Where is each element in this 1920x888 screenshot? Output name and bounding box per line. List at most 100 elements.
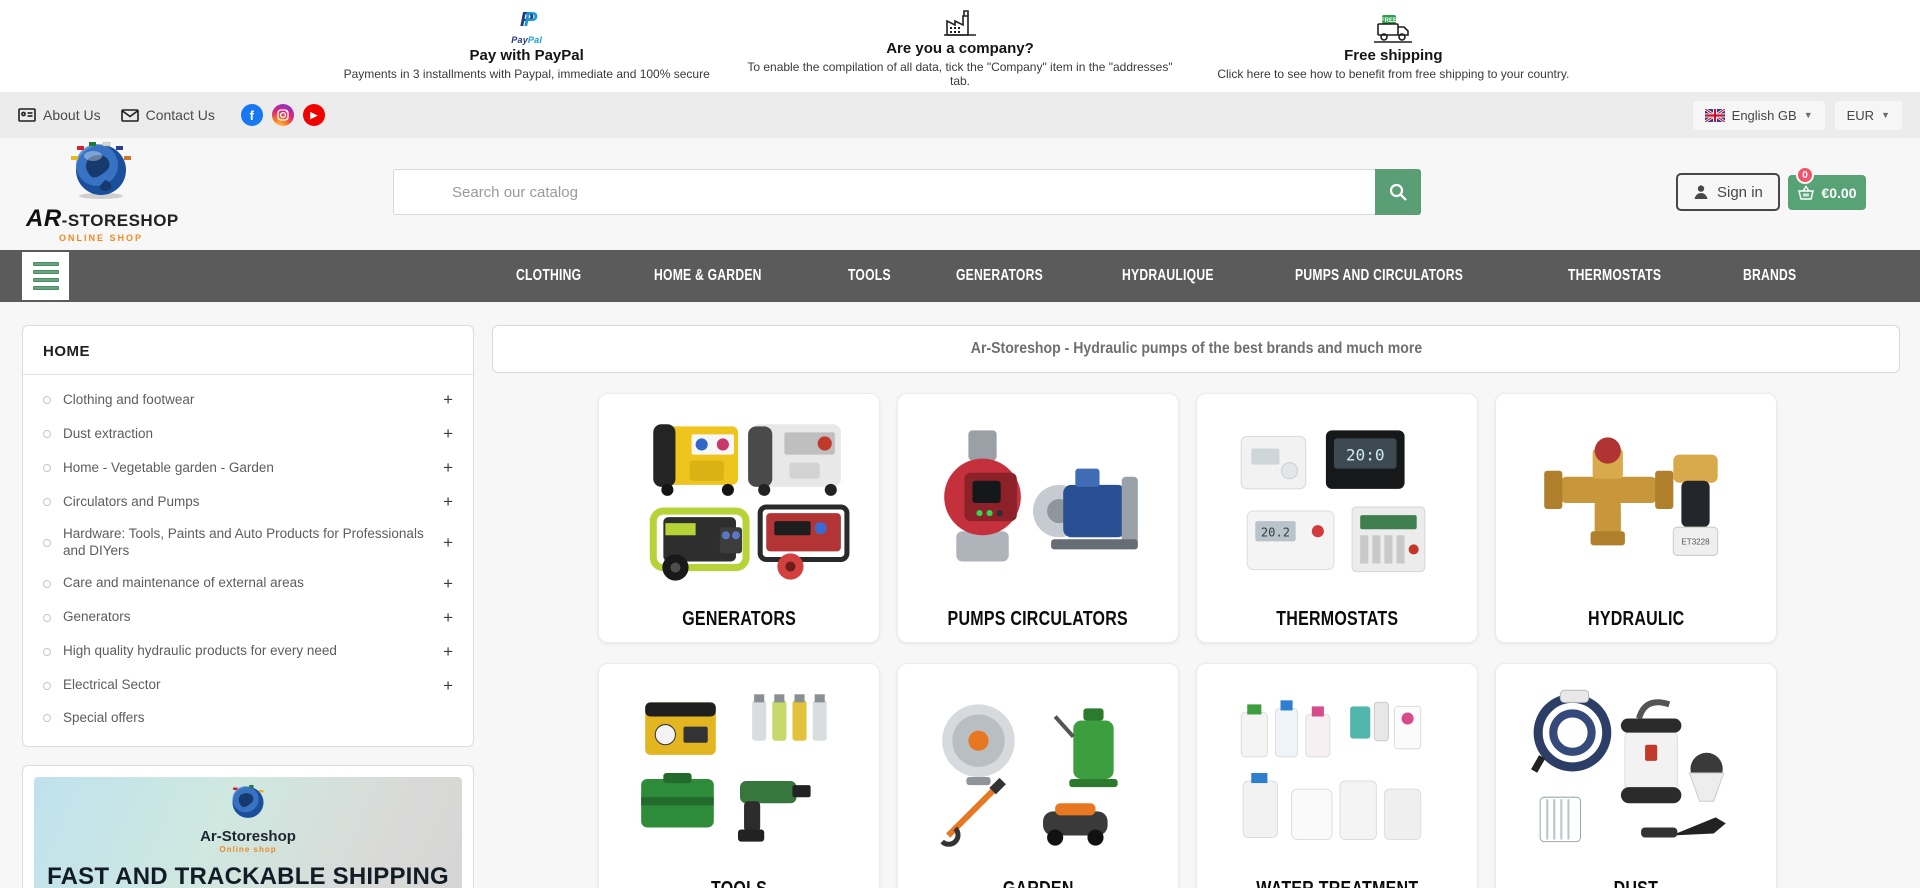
- category-card-garden[interactable]: GARDEN: [897, 663, 1179, 888]
- company-info-block[interactable]: Are you a company? To enable the compila…: [743, 0, 1176, 92]
- thermostats-category-image: 20:0 20.2: [1197, 394, 1477, 608]
- expand-plus-icon[interactable]: +: [443, 533, 453, 553]
- category-label: GARDEN: [1003, 878, 1074, 888]
- category-card-hydraulic[interactable]: ET3228 HYDRAULIC: [1495, 393, 1777, 643]
- expand-plus-icon[interactable]: +: [443, 574, 453, 594]
- instagram-icon[interactable]: [271, 104, 294, 126]
- page-title: Ar-Storeshop - Hydraulic pumps of the be…: [970, 340, 1422, 357]
- shipping-promo-banner[interactable]: Ar-Storeshop Online shop FAST AND TRACKA…: [22, 765, 474, 888]
- logo-subtitle: ONLINE SHOP: [58, 233, 143, 243]
- bullet-icon: [43, 538, 51, 547]
- nav-item-tools[interactable]: TOOLS: [848, 267, 891, 285]
- store-logo[interactable]: AR-STORESHOP ONLINE SHOP: [26, 141, 178, 243]
- search-icon: [1389, 183, 1407, 201]
- water-treatment-category-image: [1197, 664, 1477, 878]
- category-card-tools[interactable]: TOOLS: [598, 663, 880, 888]
- about-us-link[interactable]: About Us: [18, 107, 101, 123]
- expand-plus-icon[interactable]: +: [443, 492, 453, 512]
- contact-us-label: Contact Us: [145, 107, 215, 123]
- chevron-down-icon: ▼: [1881, 110, 1890, 120]
- currency-selector[interactable]: EUR ▼: [1834, 100, 1902, 130]
- sidebar-item-special-offers[interactable]: Special offers: [23, 703, 473, 734]
- cart-button[interactable]: 0 €0.00: [1788, 166, 1866, 210]
- factory-icon: [943, 4, 977, 38]
- category-label: PUMPS CIRCULATORS: [947, 608, 1129, 630]
- svg-text:P: P: [524, 9, 538, 30]
- top-info-bar: P P PayPal Pay with PayPal Payments in 3…: [0, 0, 1920, 92]
- globe-logo-icon: [232, 785, 264, 818]
- sidebar-item-hydraulic-products[interactable]: High quality hydraulic products for ever…: [23, 635, 473, 669]
- svg-text:FREE: FREE: [1381, 18, 1397, 24]
- svg-text:ET3228: ET3228: [1681, 537, 1710, 546]
- nav-item-pumps-circulators[interactable]: PUMPS AND CIRCULATORS: [1295, 267, 1463, 285]
- bullet-icon: [43, 681, 51, 690]
- paypal-info-block[interactable]: P P PayPal Pay with PayPal Payments in 3…: [310, 0, 743, 92]
- svg-text:20.2: 20.2: [1261, 525, 1290, 539]
- sidebar-item-generators[interactable]: Generators +: [23, 601, 473, 635]
- nav-item-clothing[interactable]: CLOTHING: [516, 267, 581, 285]
- free-shipping-info-block[interactable]: FREE Free shipping Click here to see how…: [1177, 0, 1610, 92]
- contact-us-link[interactable]: Contact Us: [120, 107, 215, 123]
- cart-count-badge: 0: [1796, 166, 1814, 184]
- nav-item-brands[interactable]: BRANDS: [1743, 267, 1796, 285]
- expand-plus-icon[interactable]: +: [443, 390, 453, 410]
- expand-plus-icon[interactable]: +: [443, 424, 453, 444]
- person-icon: [1694, 185, 1708, 199]
- search-button[interactable]: [1375, 169, 1421, 215]
- expand-plus-icon[interactable]: +: [443, 642, 453, 662]
- sidebar-item-home-vegetable-garden[interactable]: Home - Vegetable garden - Garden +: [23, 451, 473, 485]
- garden-category-image: [898, 664, 1178, 878]
- sidebar-item-dust-extraction[interactable]: Dust extraction +: [23, 417, 473, 451]
- sidebar-item-care-external-areas[interactable]: Care and maintenance of external areas +: [23, 567, 473, 601]
- nav-item-home-garden[interactable]: HOME & GARDEN: [654, 267, 762, 285]
- nav-item-thermostats[interactable]: THERMOSTATS: [1568, 267, 1661, 285]
- free-shipping-subtitle: Click here to see how to benefit from fr…: [1217, 67, 1570, 81]
- pumps-circulators-category-image: [898, 394, 1178, 608]
- category-card-dust[interactable]: DUST: [1495, 663, 1777, 888]
- expand-plus-icon[interactable]: +: [443, 458, 453, 478]
- youtube-icon[interactable]: ▶: [302, 104, 325, 126]
- bullet-icon: [43, 396, 51, 404]
- language-selector[interactable]: English GB ▼: [1692, 100, 1825, 130]
- currency-value: EUR: [1846, 107, 1875, 123]
- shopping-basket-icon: [1798, 184, 1815, 200]
- svg-text:20:0: 20:0: [1346, 446, 1385, 465]
- bullet-icon: [43, 430, 51, 438]
- category-label: DUST: [1614, 878, 1659, 888]
- bullet-icon: [43, 647, 51, 656]
- category-card-thermostats[interactable]: 20:0 20.2 THERMOSTATS: [1196, 393, 1478, 643]
- paypal-wordmark-pay: Pay: [511, 35, 528, 45]
- uk-flag-icon: [1704, 108, 1725, 122]
- main-navigation: CLOTHING HOME & GARDEN TOOLS GENERATORS …: [0, 250, 1920, 302]
- nav-item-generators[interactable]: GENERATORS: [956, 267, 1043, 285]
- sign-in-button[interactable]: Sign in: [1676, 173, 1780, 211]
- paypal-title: Pay with PayPal: [469, 47, 584, 64]
- language-value: English GB: [1731, 107, 1797, 123]
- sign-in-label: Sign in: [1717, 183, 1763, 201]
- promo-title: FAST AND TRACKABLE SHIPPING: [47, 863, 449, 888]
- generators-category-image: [599, 394, 879, 608]
- nav-item-hydraulique[interactable]: HYDRAULIQUE: [1122, 267, 1214, 285]
- company-subtitle: To enable the compilation of all data, t…: [747, 60, 1173, 88]
- promo-brand: Ar-Storeshop: [200, 828, 296, 845]
- tools-category-image: [599, 664, 879, 878]
- facebook-icon[interactable]: f: [240, 104, 263, 126]
- expand-plus-icon[interactable]: +: [443, 676, 453, 696]
- sidebar-item-clothing-footwear[interactable]: Clothing and footwear +: [23, 383, 473, 417]
- sidebar-item-electrical-sector[interactable]: Electrical Sector +: [23, 669, 473, 703]
- category-card-pumps-circulators[interactable]: PUMPS CIRCULATORS: [897, 393, 1179, 643]
- expand-plus-icon[interactable]: +: [443, 608, 453, 628]
- page: P P PayPal Pay with PayPal Payments in 3…: [0, 0, 1920, 888]
- hamburger-menu-icon[interactable]: [22, 252, 69, 300]
- chevron-down-icon: ▼: [1803, 110, 1813, 120]
- category-card-water-treatment[interactable]: WATER TREATMENT: [1196, 663, 1478, 888]
- sidebar-item-hardware[interactable]: Hardware: Tools, Paints and Auto Product…: [23, 519, 473, 567]
- category-card-generators[interactable]: GENERATORS: [598, 393, 880, 643]
- category-label: THERMOSTATS: [1275, 608, 1399, 630]
- hydraulic-category-image: ET3228: [1496, 394, 1776, 608]
- dust-category-image: [1496, 664, 1776, 878]
- page-title-banner: Ar-Storeshop - Hydraulic pumps of the be…: [492, 325, 1900, 373]
- search-input[interactable]: [393, 169, 1375, 215]
- social-links: f ▶: [240, 104, 325, 126]
- sidebar-item-circulators-pumps[interactable]: Circulators and Pumps +: [23, 485, 473, 519]
